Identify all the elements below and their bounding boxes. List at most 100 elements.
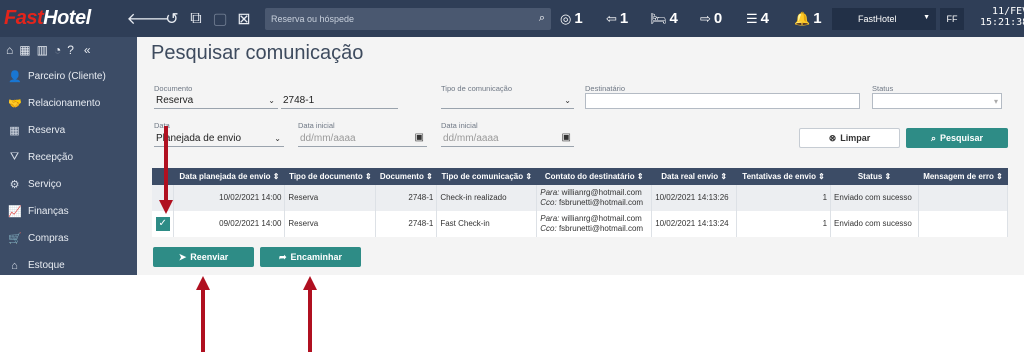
sidebar-item-servico[interactable]: ⚙ Serviço: [0, 171, 137, 198]
annotation-arrow-down: [159, 126, 173, 214]
table-row[interactable]: 10/02/2021 14:00 Reserva 2748-1 Check-in…: [152, 185, 1008, 211]
fasthotel-logo[interactable]: Fast Hotel: [0, 0, 137, 37]
data-final-placeholder: dd/mm/aaaa: [443, 133, 499, 144]
gauge-icon[interactable]: ◔: [54, 43, 61, 57]
sidebar-item-label: Estoque: [28, 260, 65, 271]
handshake-icon: 🤝: [8, 98, 22, 110]
para-label: Para:: [540, 188, 560, 197]
sidebar-item-reserva[interactable]: ▦ Reserva: [0, 117, 137, 144]
erro-cell: [918, 185, 1008, 211]
documento-select[interactable]: Reserva ⌄: [154, 93, 278, 109]
data-planejada-cell: 10/02/2021 14:00: [173, 185, 286, 211]
chart-icon: 📈: [8, 206, 22, 218]
logo-hotel: Hotel: [43, 7, 91, 29]
send-icon: ➤: [178, 251, 187, 262]
list-icon: ☰: [746, 10, 758, 26]
cco-email: fsbrunetti@hotmail.com: [558, 224, 644, 233]
help-icon[interactable]: ?: [67, 43, 74, 57]
column-header[interactable]: Status ⇕: [830, 168, 919, 185]
column-header[interactable]: Documento ⇕: [375, 168, 437, 185]
column-header[interactable]: Data real envio ⇕: [651, 168, 737, 185]
bell-icon: 🔔: [794, 10, 811, 26]
stat-departures[interactable]: ⇨ 0: [700, 10, 722, 27]
search-icon: ⌕: [930, 132, 936, 143]
sidebar: ⌂ ▦ ▥ ◔ ? « 👤 Parceiro (Cliente) 🤝 Relac…: [0, 37, 137, 275]
tipo-documento-cell: Reserva: [284, 211, 377, 237]
page-title: Pesquisar comunicação: [151, 42, 364, 64]
sidebar-item-financas[interactable]: 📈 Finanças: [0, 198, 137, 225]
calendar-icon[interactable]: ▣: [562, 132, 571, 143]
collapse-icon[interactable]: «: [84, 43, 91, 57]
clock-time: 15:21:38: [980, 17, 1024, 28]
grid-icon[interactable]: ▦: [19, 43, 30, 57]
user-avatar[interactable]: FF: [940, 8, 964, 30]
column-header[interactable]: Contato do destinatário ⇕: [536, 168, 652, 185]
column-header[interactable]: Tipo de documento ⇕: [284, 168, 376, 185]
stat-value: 1: [813, 10, 822, 27]
copy-icon[interactable]: ⧉: [185, 8, 207, 30]
status-label: Status: [872, 84, 894, 93]
data-final-label: Data inicial: [441, 121, 478, 130]
search-input[interactable]: Reserva ou hóspede ⌕: [265, 8, 551, 30]
data-inicial-input[interactable]: dd/mm/aaaa ▣: [298, 131, 427, 147]
data-real-cell: 10/02/2021 14:13:26: [651, 185, 738, 211]
sidebar-item-label: Parceiro (Cliente): [28, 71, 106, 82]
tipo-comunicacao-cell: Check-in realizado: [436, 185, 538, 211]
column-header[interactable]: Tentativas de envio ⇕: [736, 168, 831, 185]
sidebar-item-label: Recepção: [28, 152, 74, 163]
stat-value: 1: [619, 10, 629, 27]
cco-label: Cco:: [540, 198, 557, 207]
search-icon[interactable]: ⌕: [539, 12, 545, 25]
stat-rooms[interactable]: 🛏 4: [650, 10, 678, 27]
column-header[interactable]: Tipo de comunicação ⇕: [436, 168, 537, 185]
sidebar-item-parceiro[interactable]: 👤 Parceiro (Cliente): [0, 63, 137, 90]
stat-tasks[interactable]: ☰ 4: [746, 10, 769, 27]
row-checkbox-checked[interactable]: ✓: [155, 217, 170, 231]
data-final-input[interactable]: dd/mm/aaaa ▣: [441, 131, 574, 147]
home-icon[interactable]: ⌂: [6, 43, 13, 57]
encaminhar-label: Encaminhar: [290, 252, 343, 262]
annotation-arrow-up-reenviar: [196, 276, 210, 352]
table-row[interactable]: ✓ 09/02/2021 14:00 Reserva 2748-1 Fast C…: [152, 211, 1008, 237]
stat-target[interactable]: ◎ 1: [560, 10, 583, 27]
hotel-selector[interactable]: FastHotel ▼: [832, 8, 936, 30]
back-arrow-icon[interactable]: 🡐: [127, 8, 170, 30]
sidebar-item-recepcao[interactable]: ⛛ Recepção: [0, 144, 137, 171]
annotation-arrow-up-encaminhar: [303, 276, 317, 352]
sidebar-item-label: Relacionamento: [28, 98, 101, 109]
document-icon[interactable]: ▢: [209, 8, 231, 30]
box-icon: ⌂: [11, 259, 18, 272]
stat-arrivals[interactable]: ⇦ 1: [606, 10, 628, 27]
sidebar-item-estoque[interactable]: ⌂ Estoque: [0, 252, 137, 275]
pesquisar-button[interactable]: ⌕ Pesquisar: [906, 128, 1008, 148]
search-placeholder: Reserva ou hóspede: [271, 14, 355, 24]
sidebar-item-label: Compras: [28, 233, 69, 244]
stat-value: 1: [574, 10, 583, 27]
stat-value: 0: [713, 10, 723, 27]
reenviar-button[interactable]: ➤ Reenviar: [153, 247, 254, 267]
encaminhar-button[interactable]: ➦ Encaminhar: [260, 247, 361, 267]
panel-icon[interactable]: ▥: [37, 43, 48, 57]
sidebar-toolbar: ⌂ ▦ ▥ ◔ ? «: [0, 37, 137, 63]
sidebar-item-label: Serviço: [28, 179, 62, 190]
status-select[interactable]: ▾: [872, 93, 1002, 109]
column-header[interactable]: Mensagem de erro ⇕: [918, 168, 1008, 185]
destinatario-input[interactable]: [585, 93, 860, 109]
sidebar-item-relacionamento[interactable]: 🤝 Relacionamento: [0, 90, 137, 117]
bed-icon: 🛏: [650, 10, 667, 26]
limpar-button[interactable]: ⊗ Limpar: [799, 128, 900, 148]
data-planejada-cell: 09/02/2021 14:00: [173, 211, 286, 237]
documento-number-input[interactable]: 2748-1: [281, 93, 398, 109]
sidebar-item-compras[interactable]: 🛒 Compras: [0, 225, 137, 252]
hotel-name: FastHotel: [858, 14, 897, 24]
sidebar-item-label: Reserva: [28, 125, 66, 136]
stat-notifications[interactable]: 🔔 1: [794, 10, 822, 27]
column-header[interactable]: Data planejada de envio ⇕: [173, 168, 285, 185]
app-screen: Fast Hotel 🡐 ↺ ⧉ ▢ ⊠ Reserva ou hóspede ⌕…: [0, 0, 1024, 275]
departure-icon: ⇨: [700, 10, 711, 26]
excel-export-icon[interactable]: ⊠: [233, 8, 255, 30]
undo-icon[interactable]: ↺: [161, 8, 183, 30]
calendar-icon[interactable]: ▣: [415, 132, 424, 143]
tipo-comunicacao-select[interactable]: ⌄: [441, 93, 574, 109]
stat-value: 4: [669, 10, 678, 27]
